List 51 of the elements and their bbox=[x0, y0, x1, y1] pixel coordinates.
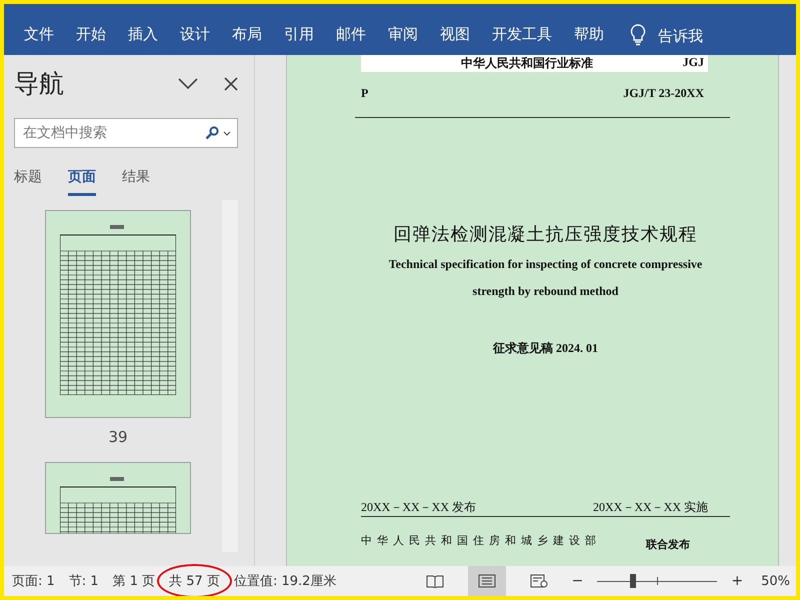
ribbon-tab[interactable]: 视图 bbox=[434, 23, 482, 49]
effective-date: 20XX－XX－XX 实施 bbox=[593, 499, 708, 516]
chevron-down-icon[interactable] bbox=[178, 78, 198, 90]
ribbon-tab[interactable]: 设计 bbox=[174, 23, 222, 49]
standard-number: JGJ/T 23-20XX bbox=[623, 86, 704, 101]
ribbon-tab[interactable]: 插入 bbox=[122, 23, 170, 49]
search-icon[interactable] bbox=[205, 126, 219, 140]
page-thumbnail[interactable] bbox=[45, 462, 191, 534]
status-text: 节: 1 bbox=[68, 573, 99, 590]
close-icon[interactable] bbox=[224, 76, 238, 90]
issuer-name: 中华人民共和国住房和城乡建设部 bbox=[361, 533, 601, 549]
classification-code: P bbox=[361, 86, 368, 101]
english-title: Technical specification for inspecting of concrete compressive bbox=[388, 256, 704, 273]
page-number: 39 bbox=[108, 428, 128, 446]
ribbon-tab[interactable]: 帮助 bbox=[568, 23, 616, 49]
pane-tab[interactable]: 标题 bbox=[14, 162, 42, 196]
status-text: 共 57 页 bbox=[169, 572, 220, 590]
web-page-icon bbox=[530, 574, 548, 588]
ribbon-tab[interactable]: 审阅 bbox=[382, 23, 430, 49]
zoom-out-button[interactable]: − bbox=[572, 573, 584, 589]
status-text: 页面: 1 bbox=[12, 573, 55, 590]
tell-me-label[interactable]: 告诉我 bbox=[654, 25, 709, 49]
lightbulb-icon[interactable] bbox=[630, 24, 646, 46]
pane-tab[interactable]: 页面 bbox=[68, 162, 96, 196]
page-lines-icon bbox=[478, 574, 496, 588]
ribbon-tab[interactable]: 开发工具 bbox=[486, 23, 564, 49]
book-icon bbox=[426, 574, 444, 588]
english-title: strength by rebound method bbox=[472, 283, 620, 300]
pane-title: 导航 bbox=[14, 68, 65, 100]
search-input[interactable]: 在文档中搜索 bbox=[23, 125, 201, 141]
zoom-percentage[interactable]: 50% bbox=[761, 574, 790, 588]
status-text: 第 1 页 bbox=[112, 573, 156, 590]
ribbon-tab[interactable]: 开始 bbox=[70, 23, 118, 49]
print-layout-button[interactable] bbox=[468, 566, 506, 596]
issue-date: 20XX－XX－XX 发布 bbox=[361, 499, 476, 516]
search-box[interactable]: 在文档中搜索 bbox=[14, 118, 238, 148]
slider-thumb[interactable] bbox=[630, 574, 636, 588]
ribbon-tab[interactable]: 邮件 bbox=[330, 23, 378, 49]
joint-label: 联合发布 bbox=[646, 537, 690, 552]
status-text: 位置值: 19.2厘米 bbox=[234, 573, 336, 590]
document-title: 回弹法检测混凝土抗压强度技术规程 bbox=[392, 223, 698, 246]
zoom-in-button[interactable]: + bbox=[731, 573, 744, 589]
ribbon-tab[interactable]: 布局 bbox=[226, 23, 274, 49]
ribbon-tab[interactable]: 文件 bbox=[18, 23, 66, 49]
header-text: 中华人民共和国行业标准 bbox=[461, 55, 593, 72]
pane-tab[interactable]: 结果 bbox=[122, 162, 150, 196]
ribbon-tab[interactable]: 引用 bbox=[278, 23, 326, 49]
caret-icon[interactable] bbox=[223, 130, 231, 136]
draft-label: 征求意见稿 2024. 01 bbox=[492, 340, 599, 357]
page-thumbnail[interactable] bbox=[45, 210, 191, 418]
header-text: JGJ bbox=[682, 55, 704, 71]
